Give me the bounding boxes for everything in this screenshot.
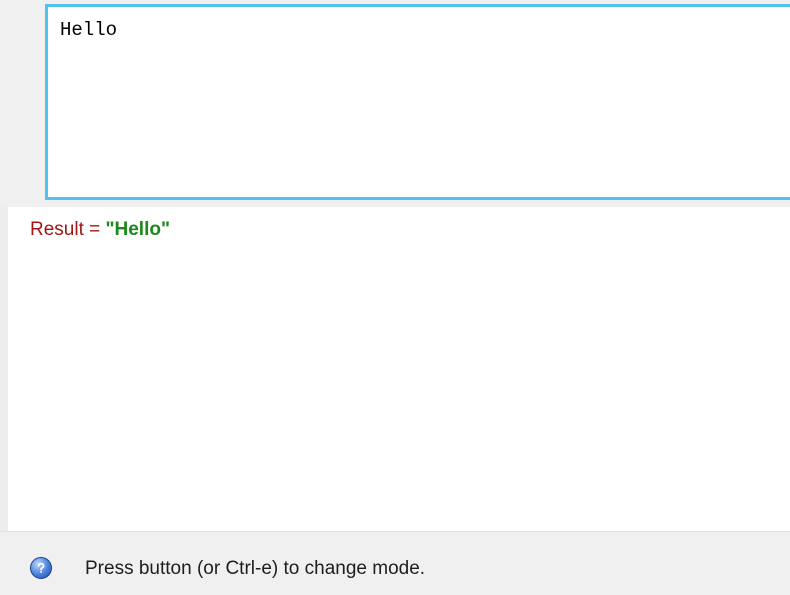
question-mark-glyph [37, 562, 45, 573]
result-pane: Result = "Hello" [8, 207, 790, 531]
result-value: "Hello" [105, 219, 170, 240]
expression-editor[interactable] [45, 4, 790, 200]
status-bar: Press button (or Ctrl-e) to change mode. [0, 531, 790, 595]
app-window: Result = "Hello" Press button (or Ctrl-e… [0, 0, 790, 595]
status-message: Press button (or Ctrl-e) to change mode. [85, 558, 426, 579]
help-question-icon[interactable] [30, 557, 52, 579]
result-line: Result = "Hello" [30, 219, 170, 241]
result-label: Result = [30, 219, 106, 240]
left-gutter [0, 207, 8, 531]
input-region [0, 0, 790, 207]
